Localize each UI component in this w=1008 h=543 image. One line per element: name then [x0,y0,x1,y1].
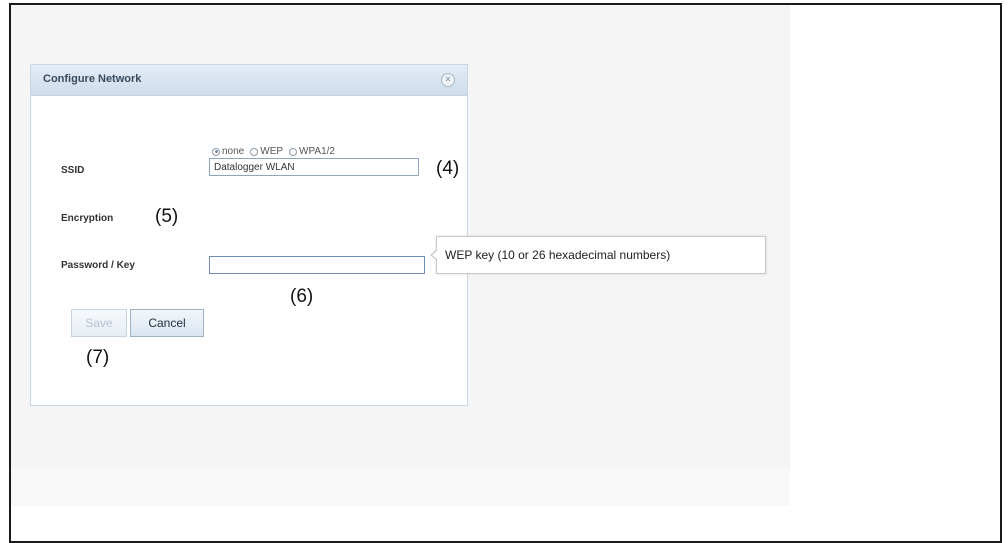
radio-none[interactable]: none [212,146,244,157]
radio-wpa-label: WPA1/2 [299,146,335,157]
radio-none-indicator[interactable] [212,147,220,156]
password-input[interactable] [209,256,425,274]
ssid-input[interactable] [209,158,419,176]
radio-wpa-indicator[interactable] [289,147,298,156]
callout-7: (7) [86,347,110,368]
save-button[interactable]: Save [71,309,127,337]
encryption-label: Encryption [61,213,114,224]
wep-key-tooltip: WEP key (10 or 26 hexadecimal numbers) [430,236,766,274]
cancel-button[interactable]: Cancel [130,309,204,337]
radio-wpa[interactable]: WPA1/2 [289,146,335,157]
ssid-label: SSID [61,165,85,176]
password-label: Password / Key [61,260,135,271]
callout-6: (6) [290,286,314,307]
close-icon[interactable]: ✕ [441,73,455,87]
radio-wep-indicator[interactable] [250,147,259,156]
page-background-strip [11,468,790,506]
radio-wep[interactable]: WEP [250,146,283,157]
encryption-radio-group: none WEP WPA1/2 [212,146,341,157]
dialog-title: Configure Network [43,73,142,85]
dialog-titlebar: Configure Network ✕ [31,65,467,96]
radio-wep-label: WEP [260,146,284,157]
callout-5: (5) [155,206,179,227]
radio-none-label: none [222,146,245,157]
callout-4: (4) [436,158,460,179]
